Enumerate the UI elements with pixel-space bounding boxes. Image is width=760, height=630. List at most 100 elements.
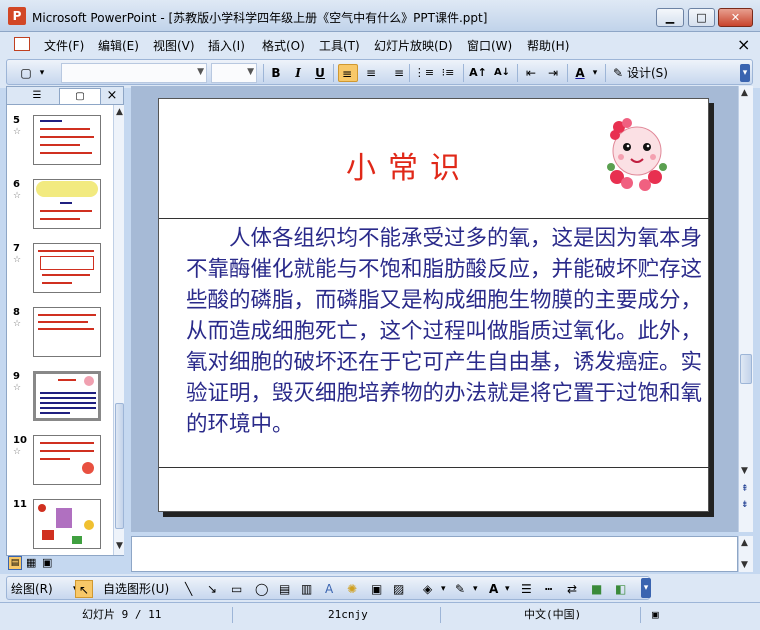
font-size-combo[interactable]: ▼	[211, 63, 257, 83]
fill-color-dropdown-icon[interactable]: ▾	[441, 580, 446, 598]
thumb-line	[58, 379, 76, 381]
scroll-down-icon[interactable]: ▼	[741, 466, 748, 476]
draw-menu-button[interactable]: 绘图(R)	[11, 580, 53, 598]
scroll-down-icon[interactable]: ▼	[741, 560, 748, 570]
align-center-button[interactable]: ≡	[361, 64, 381, 82]
insert-picture-icon[interactable]: ▨	[393, 580, 404, 598]
scrollbar-thumb[interactable]	[740, 354, 752, 384]
underline-button[interactable]: U	[311, 64, 329, 82]
notes-scrollbar[interactable]: ▲ ▼	[738, 536, 753, 572]
dash-style-icon[interactable]: ┅	[545, 580, 552, 598]
new-dropdown-icon[interactable]: ▾	[37, 64, 47, 82]
decrease-indent-button[interactable]: ⇤	[521, 64, 541, 82]
slide-thumbnail[interactable]	[33, 243, 101, 293]
fill-color-icon[interactable]: ◈	[423, 580, 432, 598]
oval-tool-icon[interactable]: ◯	[255, 580, 268, 598]
font-color-dropdown-icon[interactable]: ▾	[590, 64, 600, 82]
new-document-icon[interactable]: ▢	[17, 64, 35, 82]
main-vertical-scrollbar[interactable]: ▲ ▼ ⇞ ⇟	[738, 86, 753, 532]
toolbar-options-icon[interactable]: ▾	[740, 64, 750, 82]
slides-panel-scrollbar[interactable]: ▲ ▼	[113, 105, 124, 555]
scrollbar-thumb[interactable]	[115, 403, 124, 529]
slideshow-icon[interactable]: ▣	[42, 556, 52, 569]
font-color-dropdown-icon[interactable]: ▾	[505, 580, 510, 598]
scroll-up-icon[interactable]: ▲	[116, 107, 123, 117]
thumb-mascot	[84, 376, 94, 386]
line-style-icon[interactable]: ☰	[521, 580, 532, 598]
clipart-icon[interactable]: ▣	[371, 580, 382, 598]
menu-window[interactable]: 窗口(W)	[467, 37, 512, 54]
grow-font-button[interactable]: A↑	[467, 64, 489, 82]
increase-indent-button[interactable]: ⇥	[543, 64, 563, 82]
spelling-status-icon[interactable]: ▣	[652, 606, 659, 624]
slide-counter: 幻灯片 9 / 11	[82, 608, 162, 621]
italic-button[interactable]: I	[289, 64, 307, 82]
slide-number: 10	[13, 435, 27, 446]
align-left-button[interactable]: ≡	[338, 64, 358, 82]
vertical-textbox-icon[interactable]: ▥	[301, 580, 312, 598]
select-pointer-icon[interactable]: ↖	[75, 580, 93, 598]
bold-button[interactable]: B	[267, 64, 285, 82]
menu-file[interactable]: 文件(F)	[44, 37, 84, 54]
align-right-button[interactable]: ≡	[384, 64, 404, 82]
scroll-up-icon[interactable]: ▲	[741, 538, 748, 548]
thumb-line	[40, 136, 94, 138]
normal-view-icon[interactable]: ▤	[8, 556, 22, 570]
tab-slides[interactable]: ▢	[59, 88, 101, 104]
tab-outline[interactable]: ☰	[21, 88, 53, 104]
bullets-button[interactable]: ⁝≡	[437, 64, 459, 82]
menu-tools[interactable]: 工具(T)	[319, 37, 360, 54]
powerpoint-icon[interactable]: P	[8, 7, 26, 25]
slide-thumbnail[interactable]	[33, 179, 101, 229]
font-color-icon[interactable]: A	[489, 580, 498, 598]
slide-canvas[interactable]: 小常识 人体各组织均不能承受过多的氧，这是因为氧本身不靠酶催化就能与不饱和脂肪酸…	[158, 98, 710, 512]
arrow-style-icon[interactable]: ⇄	[567, 580, 577, 598]
slide-sorter-icon[interactable]: ▦	[26, 556, 36, 569]
font-color-button[interactable]: A	[571, 64, 589, 82]
toolbar-divider	[605, 64, 606, 82]
numbering-button[interactable]: ⋮≡	[413, 64, 435, 82]
shadow-style-icon[interactable]: ■	[591, 580, 602, 598]
slide-thumbnail[interactable]	[33, 435, 101, 485]
menu-format[interactable]: 格式(O)	[262, 37, 305, 54]
next-slide-icon[interactable]: ⇟	[741, 500, 749, 510]
slide-thumbnail[interactable]	[33, 307, 101, 357]
scroll-up-icon[interactable]: ▲	[741, 88, 748, 98]
line-tool-icon[interactable]: ╲	[185, 580, 192, 598]
notes-pane[interactable]	[131, 536, 738, 572]
menu-edit[interactable]: 编辑(E)	[98, 37, 139, 54]
toolbar-options-icon[interactable]: ▾	[641, 578, 651, 598]
document-icon[interactable]	[14, 37, 30, 51]
thumb-line	[38, 314, 96, 316]
slide-thumbnail[interactable]	[33, 499, 101, 549]
thumb-line	[40, 407, 96, 409]
line-color-icon[interactable]: ✎	[455, 580, 465, 598]
3d-style-icon[interactable]: ◧	[615, 580, 626, 598]
menu-view[interactable]: 视图(V)	[153, 37, 195, 54]
document-close-button[interactable]: ×	[737, 35, 750, 54]
line-color-dropdown-icon[interactable]: ▾	[473, 580, 478, 598]
slide-thumbnail[interactable]	[33, 115, 101, 165]
close-button[interactable]: ✕	[718, 8, 753, 27]
wordart-icon[interactable]: A	[325, 580, 333, 598]
menu-help[interactable]: 帮助(H)	[527, 37, 569, 54]
menu-insert[interactable]: 插入(I)	[208, 37, 245, 54]
shrink-font-button[interactable]: A↓	[491, 64, 513, 82]
panel-close-button[interactable]: ×	[105, 88, 119, 104]
rectangle-tool-icon[interactable]: ▭	[231, 580, 242, 598]
scroll-down-icon[interactable]: ▼	[116, 541, 123, 551]
menu-slideshow[interactable]: 幻灯片放映(D)	[374, 37, 453, 54]
autoshapes-button[interactable]: 自选图形(U)	[103, 580, 169, 598]
previous-slide-icon[interactable]: ⇞	[741, 484, 749, 494]
font-name-combo[interactable]: ▼	[61, 63, 207, 83]
minimize-button[interactable]: ▁	[656, 8, 684, 27]
design-button[interactable]: 设计(S)	[627, 64, 679, 82]
animation-star-icon: ☆	[13, 319, 22, 329]
slide-thumbnail-selected[interactable]	[33, 371, 101, 421]
maximize-button[interactable]: □	[688, 8, 715, 27]
arrow-tool-icon[interactable]: ↘	[207, 580, 217, 598]
diagram-icon[interactable]: ✺	[347, 580, 357, 598]
slide-body-text[interactable]: 人体各组织均不能承受过多的氧，这是因为氧本身不靠酶催化就能与不饱和脂肪酸反应，并…	[186, 223, 706, 440]
slide-title[interactable]: 小常识	[159, 143, 659, 187]
textbox-tool-icon[interactable]: ▤	[279, 580, 290, 598]
